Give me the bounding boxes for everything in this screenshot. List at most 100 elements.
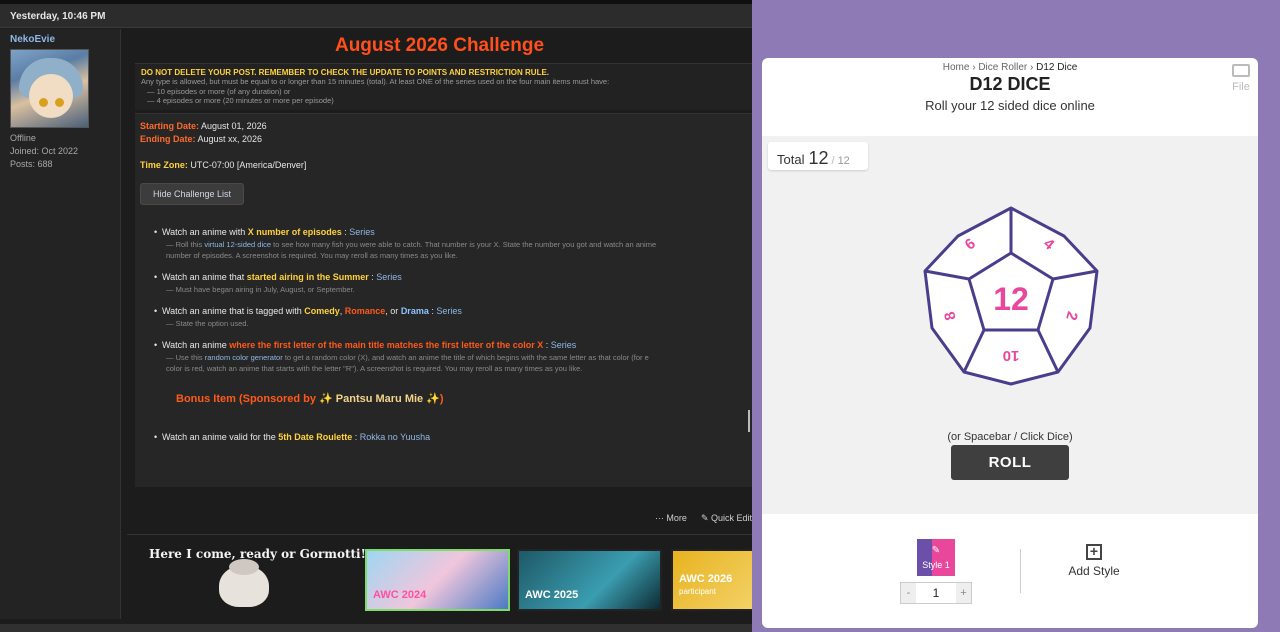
bonus-item: Watch an anime valid for the 5th Date Ro…	[154, 431, 747, 442]
item-note: — Use this random color generator to get…	[162, 352, 747, 363]
bonus-heading: Bonus Item (Sponsored by ✨ Pantsu Maru M…	[176, 392, 747, 405]
awc-2025-banner[interactable]: AWC 2025	[517, 549, 662, 611]
signature: Here I come, ready or Gormotti! AWC 2024…	[127, 534, 752, 620]
challenge-title: August 2026 Challenge	[334, 35, 545, 56]
awc-2026-banner[interactable]: AWC 2026 participant	[671, 549, 752, 611]
ending-value: August xx, 2026	[197, 133, 263, 144]
page-subtitle: Roll your 12 sided dice online	[925, 98, 1095, 113]
decrement-button[interactable]: -	[901, 583, 916, 603]
item-sep: :	[352, 431, 360, 442]
d12-dice[interactable]: 12 6 4 8 2 10	[922, 206, 1100, 386]
note-text: to see how many fish you were able to ca…	[271, 239, 657, 249]
dice-card: Home › Dice Roller › D12 Dice D12 DICE R…	[762, 58, 1258, 628]
ending-label: Ending Date:	[140, 133, 196, 144]
file-button[interactable]: File	[1232, 64, 1250, 93]
post-datetime: Yesterday, 10:46 PM	[0, 4, 752, 28]
username-link[interactable]: NekoEvie	[10, 34, 110, 45]
dice-stage: Total 12/12 12 6 4 8 2 10 (or Spacebar /…	[762, 136, 1258, 514]
forum-pane: Yesterday, 10:46 PM NekoEvie Offline Joi…	[0, 0, 752, 632]
series-link[interactable]: Series	[551, 340, 577, 350]
series-link[interactable]: Series	[349, 227, 375, 237]
breadcrumb: Home › Dice Roller › D12 Dice	[762, 62, 1258, 73]
item-note: color is red, watch an anime that starts…	[166, 363, 583, 373]
item-note: — Roll this virtual 12-sided dice to see…	[162, 239, 747, 250]
series-link[interactable]: Rokka no Yuusha	[360, 432, 430, 442]
total-label: Total	[777, 152, 805, 167]
quick-edit-button[interactable]: ✎ Quick Edit	[701, 513, 752, 523]
avatar-face	[29, 74, 73, 118]
dice-pane: Home › Dice Roller › D12 Dice D12 DICE R…	[752, 0, 1280, 632]
total-value: 12	[808, 148, 829, 168]
divider	[1020, 549, 1021, 593]
style-1-button[interactable]: ✎ Style 1	[917, 539, 955, 576]
breadcrumb-sep: ›	[972, 62, 976, 73]
notice-sub: Any type is allowed, but must be equal t…	[141, 77, 610, 86]
avatar[interactable]	[10, 49, 89, 128]
ending-date: Ending Date: August xx, 2026	[140, 133, 747, 146]
post-actions: ··· More ✎ Quick Edit	[127, 513, 752, 524]
genre-comedy: Comedy	[304, 305, 340, 316]
item-highlight: where the first letter of the main title…	[229, 339, 544, 350]
user-posts: Posts: 688	[10, 159, 53, 169]
awc-2024-banner[interactable]: AWC 2024	[365, 549, 510, 611]
dice-count-stepper: - 1 +	[900, 582, 972, 604]
bonus-label: Bonus Item (Sponsored by ✨	[176, 392, 336, 405]
file-label: File	[1232, 81, 1250, 93]
breadcrumb-current: D12 Dice	[1036, 62, 1078, 73]
die-face-number: 10	[1003, 347, 1020, 364]
item-text: Watch an anime with	[162, 226, 248, 237]
signature-text: Here I come, ready or Gormotti!	[149, 547, 366, 561]
note-text: — Use this	[166, 352, 205, 362]
bonus-end: ✨)	[423, 392, 444, 405]
dice-link[interactable]: virtual 12-sided dice	[204, 240, 271, 249]
timezone-value: UTC-07:00 [America/Denver]	[190, 159, 307, 170]
notice-rule: — 10 episodes or more (of any duration) …	[147, 86, 291, 96]
total-box: Total 12/12	[768, 142, 868, 170]
dice-count-input[interactable]: 1	[916, 583, 956, 603]
post-body: August 2026 Challenge DO NOT DELETE YOUR…	[127, 29, 752, 611]
item-text: Watch an anime that	[162, 271, 247, 282]
item-highlight: X number of episodes	[247, 226, 342, 237]
user-info: Offline Joined: Oct 2022 Posts: 688	[10, 132, 110, 171]
item-sep: :	[543, 339, 551, 350]
item-text: Watch an anime that is tagged with	[162, 305, 305, 316]
increment-button[interactable]: +	[956, 583, 971, 603]
challenge-item: Watch an anime that started airing in th…	[154, 271, 747, 295]
item-text: Watch an anime	[162, 339, 230, 350]
edit-icon: ✎	[931, 545, 941, 556]
starting-value: August 01, 2026	[201, 120, 267, 131]
series-link[interactable]: Series	[436, 306, 462, 316]
bottom-bar	[0, 624, 752, 632]
item-note: number of episodes. A screenshot is requ…	[166, 250, 458, 260]
total-max: 12	[837, 155, 850, 167]
genre-drama: Drama	[400, 305, 429, 316]
roll-hint: (or Spacebar / Click Dice)	[947, 431, 1073, 443]
roll-button[interactable]: ROLL	[951, 445, 1069, 480]
color-generator-link[interactable]: random color generator	[205, 353, 283, 362]
breadcrumb-dice-roller[interactable]: Dice Roller	[978, 62, 1027, 73]
banner-sub: participant	[679, 587, 716, 596]
note-text: to get a random color (X), and watch an …	[282, 352, 649, 362]
signature-character	[219, 559, 269, 607]
challenge-item: Watch an anime with X number of episodes…	[154, 226, 747, 261]
item-note: — State the option used.	[166, 318, 249, 328]
user-joined: Joined: Oct 2022	[10, 146, 79, 156]
item-highlight: 5th Date Roulette	[278, 431, 353, 442]
user-status: Offline	[10, 133, 36, 143]
user-panel: NekoEvie Offline Joined: Oct 2022 Posts:…	[0, 29, 121, 619]
scroll-marker	[748, 409, 750, 432]
series-link[interactable]: Series	[376, 272, 402, 282]
page-title: D12 DICE	[969, 74, 1051, 94]
genre-romance: Romance	[344, 305, 386, 316]
timezone-label: Time Zone:	[140, 159, 188, 170]
bonus-list: Watch an anime valid for the 5th Date Ro…	[140, 432, 747, 442]
hide-challenge-list-button[interactable]: Hide Challenge List	[140, 182, 245, 205]
folder-icon	[1232, 64, 1250, 77]
starting-label: Starting Date:	[140, 120, 200, 131]
item-note: — Must have began airing in July, August…	[166, 284, 355, 294]
avatar-eye	[55, 98, 64, 107]
breadcrumb-home[interactable]: Home	[943, 62, 970, 73]
total-sep: /	[831, 155, 835, 167]
more-button[interactable]: ··· More	[655, 513, 687, 523]
add-style-button[interactable]: + Add Style	[1062, 544, 1126, 578]
